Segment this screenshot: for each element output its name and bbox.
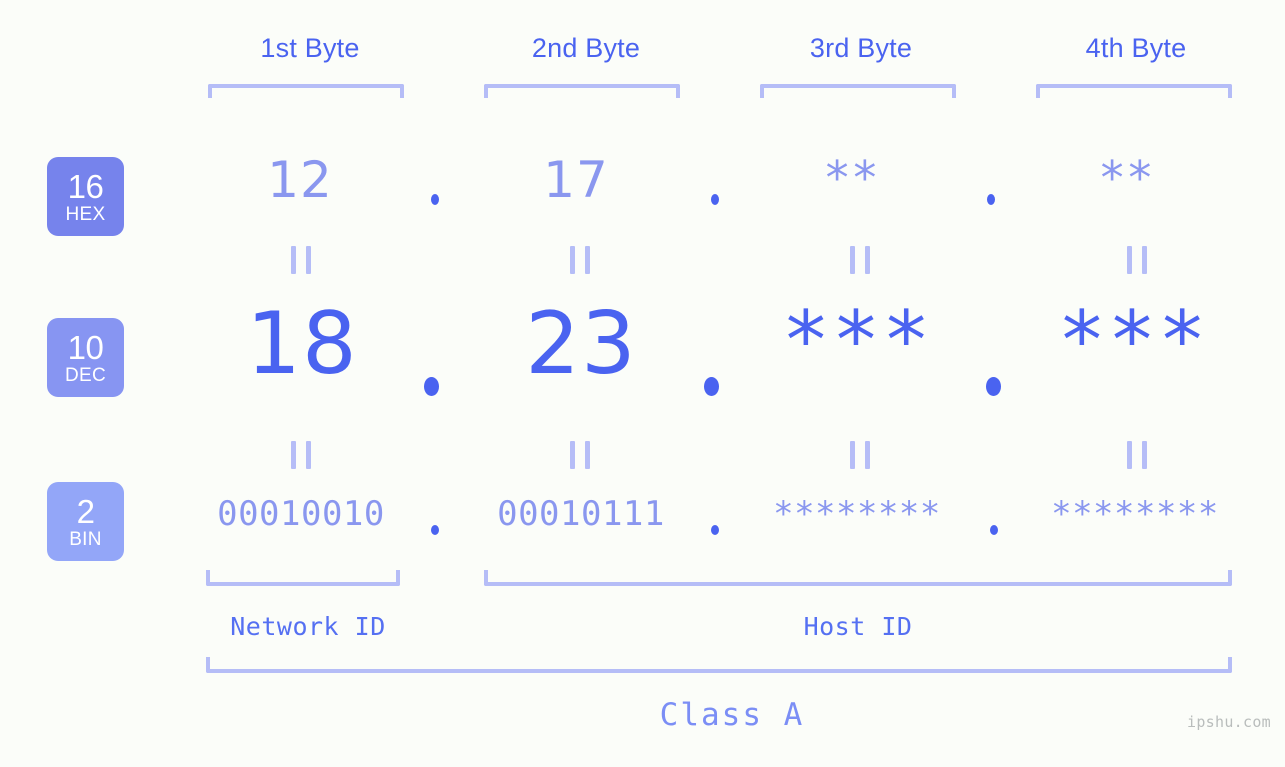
dec-byte-4-value: *** — [1057, 294, 1209, 387]
byte-bracket-2 — [484, 84, 680, 98]
bin-separator-dot-3 — [990, 525, 998, 535]
base-badge-hex: 16 HEX — [47, 157, 124, 236]
hex-separator-dot-2 — [711, 194, 719, 205]
bin-byte-4-value: ******** — [1051, 494, 1219, 534]
ip-address-breakdown-diagram: 1st Byte 2nd Byte 3rd Byte 4th Byte 16 H… — [0, 0, 1285, 767]
base-badge-dec: 10 DEC — [47, 318, 124, 397]
class-bracket — [206, 657, 1232, 673]
class-label: Class A — [659, 697, 805, 733]
bin-separator-dot-1 — [431, 525, 439, 535]
bin-byte-3-value: ******** — [773, 494, 941, 534]
dec-byte-2-value: 23 — [525, 294, 637, 394]
bin-byte-2-value: 00010111 — [497, 494, 665, 534]
host-id-bracket — [484, 570, 1232, 586]
bin-separator-dot-2 — [711, 525, 719, 535]
base-badge-dec-name: DEC — [64, 364, 106, 386]
byte-header-label-4: 4th Byte — [1085, 33, 1187, 63]
equality-mark-hexdec-3 — [850, 246, 870, 274]
dec-byte-1-value: 18 — [246, 294, 358, 394]
byte-header-label-2: 2nd Byte — [531, 33, 641, 63]
dec-separator-dot-2 — [704, 377, 719, 396]
equality-mark-hexdec-4 — [1127, 246, 1147, 274]
equality-mark-decbin-2 — [570, 441, 590, 469]
equality-mark-hexdec-2 — [570, 246, 590, 274]
base-badge-hex-name: HEX — [65, 203, 106, 225]
dec-separator-dot-1 — [424, 377, 439, 396]
hex-byte-2-value: 17 — [543, 151, 609, 209]
byte-bracket-1 — [208, 84, 404, 98]
base-badge-dec-number: 10 — [67, 328, 104, 366]
hex-separator-dot-1 — [431, 194, 439, 205]
byte-bracket-3 — [760, 84, 956, 98]
byte-bracket-4 — [1036, 84, 1232, 98]
byte-header-label-3: 3rd Byte — [809, 33, 913, 63]
equality-mark-decbin-4 — [1127, 441, 1147, 469]
base-badge-bin-number: 2 — [76, 492, 95, 530]
equality-mark-hexdec-1 — [291, 246, 311, 274]
base-badge-bin: 2 BIN — [47, 482, 124, 561]
bin-byte-1-value: 00010010 — [217, 494, 385, 534]
equality-mark-decbin-3 — [850, 441, 870, 469]
dec-byte-3-value: *** — [781, 294, 933, 387]
hex-separator-dot-3 — [987, 194, 995, 205]
site-watermark: ipshu.com — [1187, 713, 1271, 731]
dec-separator-dot-3 — [986, 377, 1001, 396]
base-badge-hex-number: 16 — [67, 167, 104, 205]
hex-byte-3-value: ** — [823, 151, 879, 205]
equality-mark-decbin-1 — [291, 441, 311, 469]
base-badge-bin-name: BIN — [69, 528, 102, 550]
hex-byte-4-value: ** — [1098, 151, 1154, 205]
network-id-label: Network ID — [230, 612, 386, 641]
byte-header-label-1: 1st Byte — [260, 33, 360, 63]
network-id-bracket — [206, 570, 400, 586]
host-id-label: Host ID — [803, 612, 913, 641]
hex-byte-1-value: 12 — [267, 151, 333, 209]
